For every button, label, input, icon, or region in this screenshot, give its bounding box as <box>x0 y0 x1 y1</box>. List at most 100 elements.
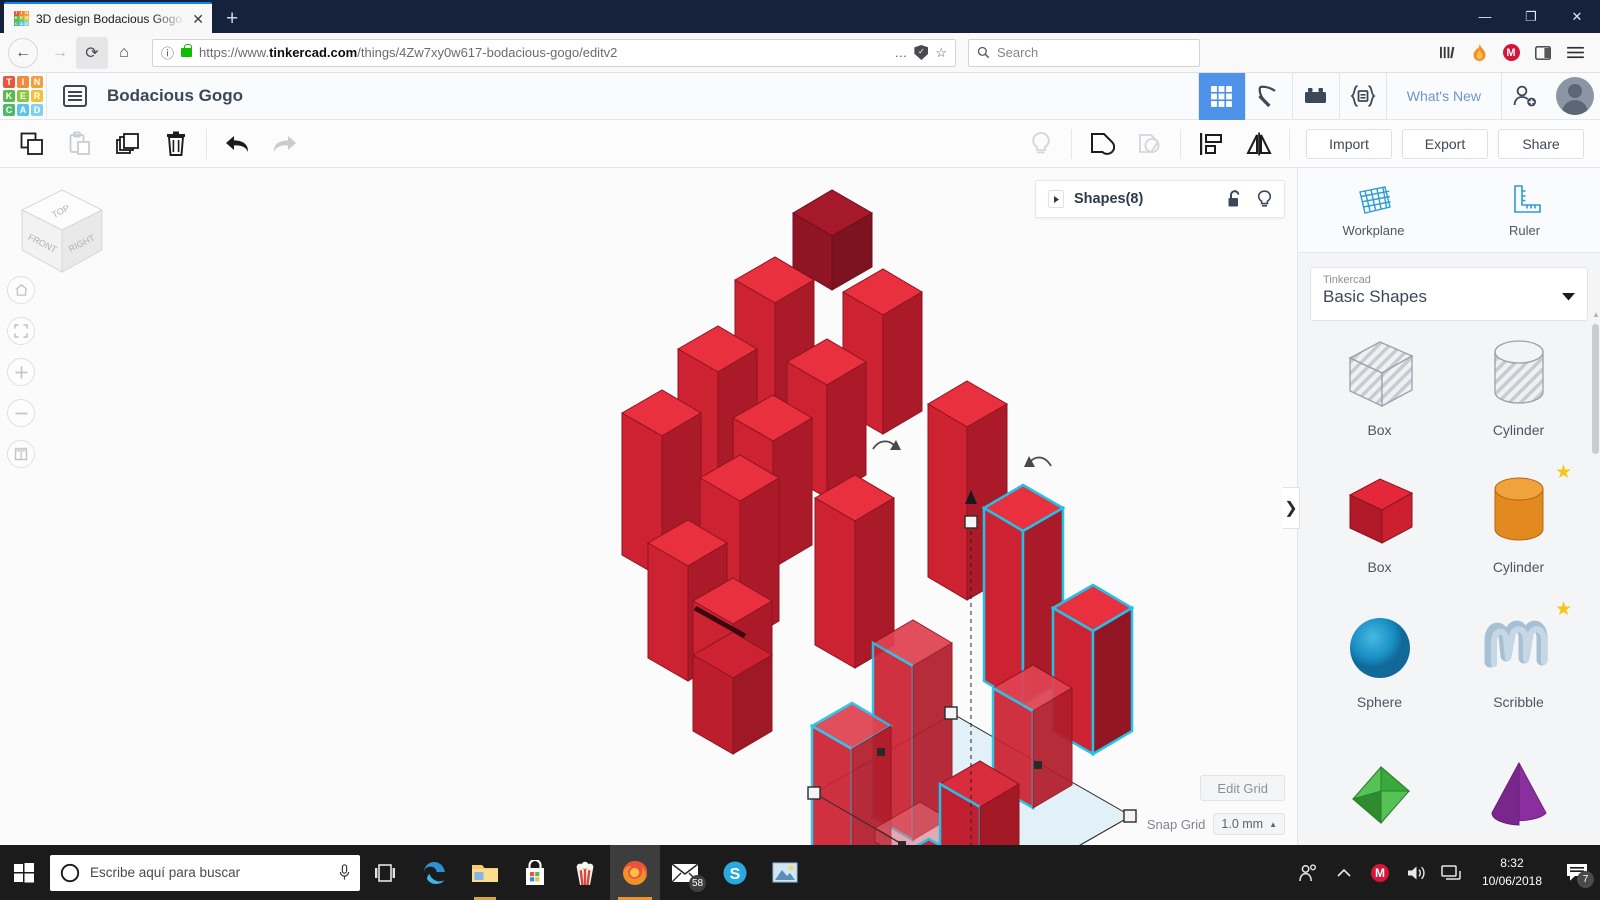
url-bar[interactable]: ⓘ https://www.tinkercad.com/things/4Zw7x… <box>152 38 956 67</box>
minimize-window-button[interactable]: — <box>1462 0 1508 33</box>
editor-toolbar: Import Export Share <box>0 120 1600 168</box>
windows-start-icon[interactable] <box>0 845 48 900</box>
shape-card-polyhedron[interactable] <box>1310 729 1449 845</box>
export-button[interactable]: Export <box>1402 128 1488 159</box>
microphone-icon[interactable] <box>339 864 350 881</box>
duplicate-button[interactable] <box>104 122 152 166</box>
scrollbar-thumb[interactable] <box>1592 324 1599 454</box>
edge-icon[interactable] <box>410 845 460 900</box>
model-viewport[interactable] <box>0 168 1297 845</box>
shape-library-dropdown[interactable]: Tinkercad Basic Shapes <box>1310 267 1588 321</box>
shape-label: Cylinder <box>1492 421 1545 438</box>
browser-tab[interactable]: TIN KER CAD 3D design Bodacious Gogo | T… <box>4 2 212 33</box>
back-button[interactable]: ← <box>8 37 38 68</box>
browser-search-bar[interactable]: Search <box>968 38 1200 67</box>
people-icon[interactable] <box>1290 845 1326 900</box>
library-owner: Tinkercad <box>1323 274 1371 286</box>
scale-handle <box>964 515 978 529</box>
codeblocks-icon[interactable] <box>1338 72 1386 120</box>
page-title: Bodacious Gogo <box>107 86 243 105</box>
library-icon[interactable] <box>1432 38 1462 68</box>
add-person-icon[interactable] <box>1501 72 1548 120</box>
delete-button[interactable] <box>152 122 200 166</box>
mail-icon[interactable]: 58 <box>660 845 710 900</box>
network-icon[interactable] <box>1434 845 1470 900</box>
minecraft-pickaxe-icon[interactable] <box>1244 72 1292 120</box>
m-extension-icon[interactable]: M <box>1496 38 1526 68</box>
taskbar-clock[interactable]: 8:32 10/06/2018 <box>1470 855 1554 890</box>
mirror-button[interactable] <box>1235 122 1283 166</box>
3d-canvas[interactable]: TOP FRONT RIGHT Shapes(8) Edit Grid Snap… <box>0 168 1297 845</box>
shape-card-solid-box[interactable]: Box <box>1310 455 1449 592</box>
close-window-button[interactable]: ✕ <box>1554 0 1600 33</box>
panel-collapse-handle[interactable]: ❯ <box>1283 487 1300 529</box>
caret-up-icon: ▲ <box>1269 819 1277 829</box>
new-tab-button[interactable]: + <box>226 8 238 29</box>
photos-icon[interactable] <box>760 845 810 900</box>
whats-new-link[interactable]: What's New <box>1385 72 1501 120</box>
page-actions-icon[interactable]: … <box>894 45 907 60</box>
expand-shapes-icon[interactable] <box>1048 190 1064 208</box>
light-bulb-icon[interactable] <box>1257 189 1272 209</box>
undo-button[interactable] <box>213 122 261 166</box>
site-info-icon[interactable]: ⓘ <box>161 43 174 62</box>
task-view-icon[interactable] <box>360 845 410 900</box>
firefox-icon[interactable] <box>610 845 660 900</box>
group-button[interactable] <box>1078 122 1126 166</box>
fire-extension-icon[interactable] <box>1464 38 1494 68</box>
align-button[interactable] <box>1187 122 1235 166</box>
home-button[interactable]: ⌂ <box>108 37 140 69</box>
ruler-tool[interactable]: Ruler <box>1449 168 1600 252</box>
shape-card-scribble[interactable]: ★ Scribble <box>1449 592 1588 729</box>
windows-taskbar: Escribe aquí para buscar 58 S M 8:32 10/… <box>0 845 1600 900</box>
star-icon: ★ <box>1554 599 1572 620</box>
edit-grid-button[interactable]: Edit Grid <box>1200 775 1285 801</box>
shapes-panel[interactable]: Shapes(8) <box>1035 180 1285 218</box>
shape-library-scrollbar[interactable]: ▲ ▼ <box>1592 310 1600 853</box>
microsoft-store-icon[interactable] <box>510 845 560 900</box>
file-explorer-icon[interactable] <box>460 845 510 900</box>
shape-card-sphere[interactable]: Sphere <box>1310 592 1449 729</box>
shape-card-hole-box[interactable]: Box <box>1310 318 1449 455</box>
shape-card-hole-cylinder[interactable]: Cylinder <box>1449 318 1588 455</box>
reload-button[interactable]: ⟳ <box>76 36 108 69</box>
import-button[interactable]: Import <box>1306 128 1392 159</box>
m-tray-icon[interactable]: M <box>1362 845 1398 900</box>
browser-titlebar: TIN KER CAD 3D design Bodacious Gogo | T… <box>0 0 1600 33</box>
maximize-window-button[interactable]: ❐ <box>1508 0 1554 33</box>
show-hidden-icons-chevron[interactable] <box>1326 845 1362 900</box>
sidebar-icon[interactable] <box>1528 38 1558 68</box>
avatar[interactable] <box>1556 77 1594 115</box>
unlocked-padlock-icon[interactable] <box>1227 190 1243 208</box>
redo-button[interactable] <box>261 122 309 166</box>
3d-designs-icon[interactable] <box>1197 72 1245 120</box>
shape-card-cone[interactable] <box>1449 729 1588 845</box>
search-placeholder: Search <box>997 45 1039 60</box>
snap-grid-select[interactable]: 1.0 mm ▲ <box>1213 813 1285 835</box>
action-center-icon[interactable]: 7 <box>1554 845 1600 900</box>
forward-button[interactable]: → <box>44 37 76 69</box>
popcorn-app-icon[interactable] <box>560 845 610 900</box>
hamburger-menu-icon[interactable] <box>1560 38 1590 68</box>
light-bulb-button[interactable] <box>1017 122 1065 166</box>
chevron-down-icon <box>1562 288 1575 306</box>
ungroup-button[interactable] <box>1126 122 1174 166</box>
library-name: Basic Shapes <box>1323 287 1427 306</box>
skype-icon[interactable]: S <box>710 845 760 900</box>
toolbar-divider-3 <box>1180 128 1181 159</box>
pocket-shield-icon[interactable] <box>914 45 929 60</box>
bookmark-star-icon[interactable]: ☆ <box>935 45 947 61</box>
copy-button[interactable] <box>8 122 56 166</box>
lego-brick-icon[interactable] <box>1291 72 1339 120</box>
paste-button[interactable] <box>56 122 104 166</box>
shape-card-solid-cylinder[interactable]: ★ Cylinder <box>1449 455 1588 592</box>
volume-icon[interactable] <box>1398 845 1434 900</box>
close-tab-icon[interactable]: ✕ <box>192 12 204 26</box>
list-menu-icon[interactable] <box>63 85 87 107</box>
taskbar-search-box[interactable]: Escribe aquí para buscar <box>50 854 360 891</box>
shape-label: Box <box>1367 558 1392 575</box>
tinkercad-logo[interactable]: TIN KER CAD <box>0 73 46 119</box>
share-button[interactable]: Share <box>1498 128 1584 159</box>
workplane-tool[interactable]: Workplane <box>1298 168 1449 252</box>
scroll-up-arrow[interactable]: ▲ <box>1592 310 1600 319</box>
